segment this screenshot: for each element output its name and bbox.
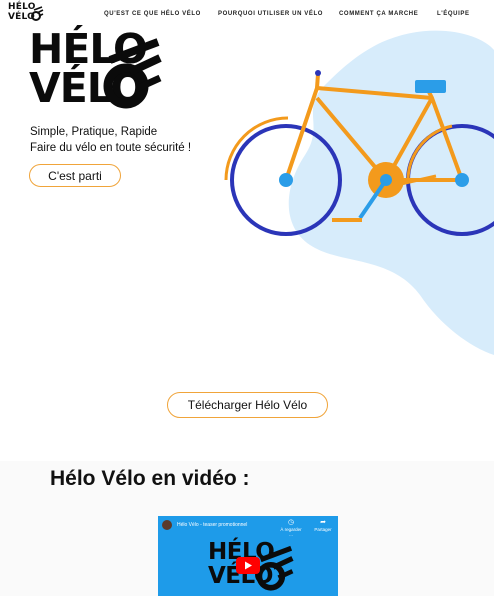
hero-tagline: Simple, Pratique, Rapide Faire du vélo e… [30, 124, 191, 156]
cta-button[interactable]: C'est parti [29, 164, 121, 187]
clock-icon: ◷ [287, 519, 295, 526]
download-button[interactable]: Télécharger Hélo Vélo [167, 392, 328, 418]
nav-item-team[interactable]: L'ÉQUIPE [437, 11, 470, 17]
tagline-line1: Simple, Pratique, Rapide [30, 126, 158, 138]
bike-illustration [224, 70, 494, 236]
tagline-line2: Faire du vélo en toute sécurité ! [30, 142, 192, 154]
bike-icon [103, 38, 162, 109]
bike-icon [31, 6, 44, 21]
nav-item-why[interactable]: POURQUOI UTILISER UN VÉLO [218, 11, 323, 17]
play-button[interactable] [236, 557, 260, 574]
video-heading: Hélo Vélo en vidéo : [50, 467, 250, 490]
nav-item-how[interactable]: COMMENT ÇA MARCHE [339, 11, 418, 17]
nav-item-what[interactable]: QU'EST CE QUE HÉLO VÉLO [104, 11, 201, 17]
watch-later-button[interactable]: ◷ À regarder ... [279, 519, 303, 537]
share-button[interactable]: ➦ Partager [310, 519, 336, 532]
share-icon: ➦ [320, 519, 326, 526]
channel-avatar[interactable] [162, 520, 172, 530]
video-embed[interactable]: Hélo Vélo - teaser promotionnel ◷ À rega… [158, 516, 338, 596]
video-title[interactable]: Hélo Vélo - teaser promotionnel [177, 522, 247, 528]
share-label: Partager [314, 527, 332, 532]
play-icon [245, 561, 252, 570]
nav-logo[interactable]: HÉLO VÉLO [8, 2, 44, 24]
watch-later-label: À regarder ... [280, 527, 302, 537]
